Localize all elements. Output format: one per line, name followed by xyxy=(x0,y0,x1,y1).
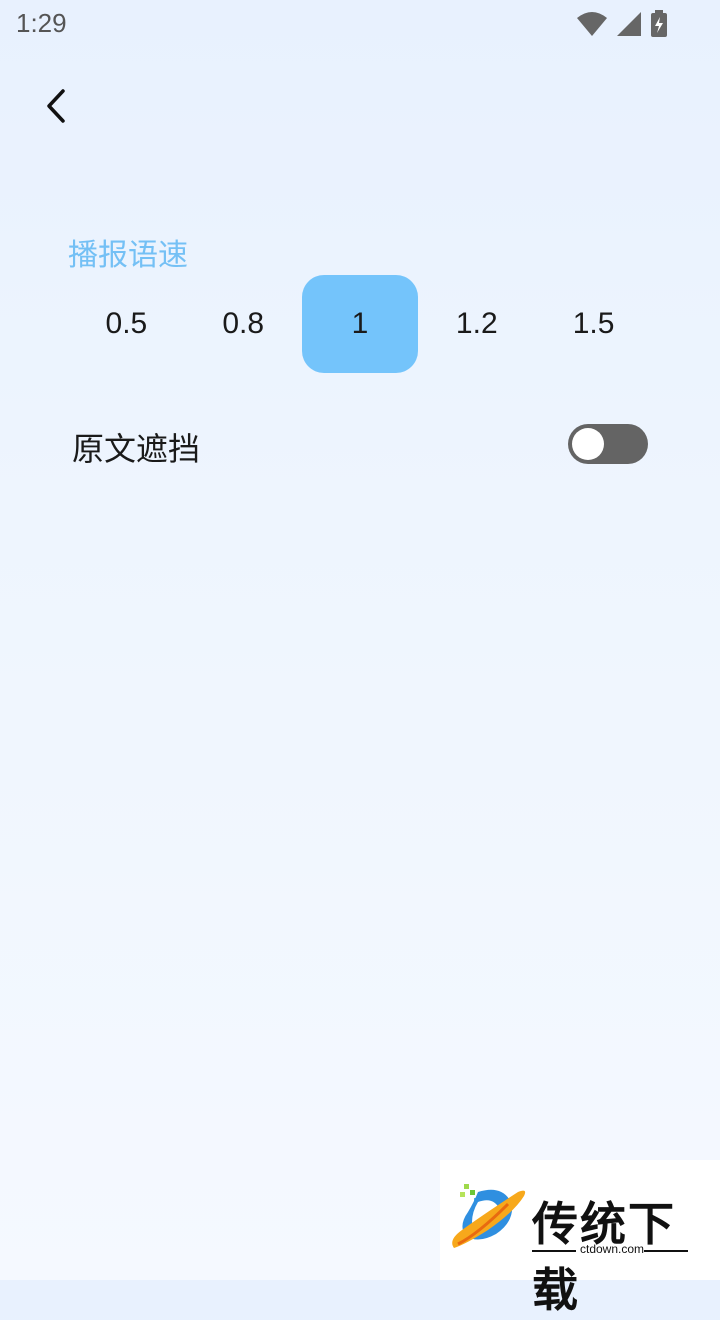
wifi-icon xyxy=(577,12,607,36)
speed-option-0-5[interactable]: 0.5 xyxy=(68,275,185,373)
status-icons xyxy=(576,10,668,38)
status-time: 1:29 xyxy=(16,8,67,38)
watermark-url: ctdown.com xyxy=(580,1242,645,1256)
speed-option-0-8[interactable]: 0.8 xyxy=(185,275,302,373)
text-mask-label: 原文遮挡 xyxy=(72,430,201,468)
speed-option-1-5[interactable]: 1.5 xyxy=(535,275,652,373)
watermark-line-right xyxy=(644,1250,688,1252)
battery-icon xyxy=(651,10,667,37)
signal-icon xyxy=(617,12,641,36)
ctdown-logo-icon xyxy=(452,1184,526,1248)
speech-speed-title: 播报语速 xyxy=(68,238,188,273)
toggle-knob xyxy=(572,428,604,460)
back-button[interactable] xyxy=(30,80,82,132)
status-bar: 1:29 xyxy=(0,0,720,50)
speed-option-1-2[interactable]: 1.2 xyxy=(418,275,535,373)
speech-speed-options: 0.5 0.8 1 1.2 1.5 xyxy=(68,275,652,373)
text-mask-toggle[interactable] xyxy=(568,424,648,464)
chevron-left-icon xyxy=(47,89,65,123)
speed-option-1[interactable]: 1 xyxy=(301,275,419,373)
watermark: 传统下载 ctdown.com xyxy=(440,1160,720,1317)
watermark-line-left xyxy=(532,1250,576,1252)
